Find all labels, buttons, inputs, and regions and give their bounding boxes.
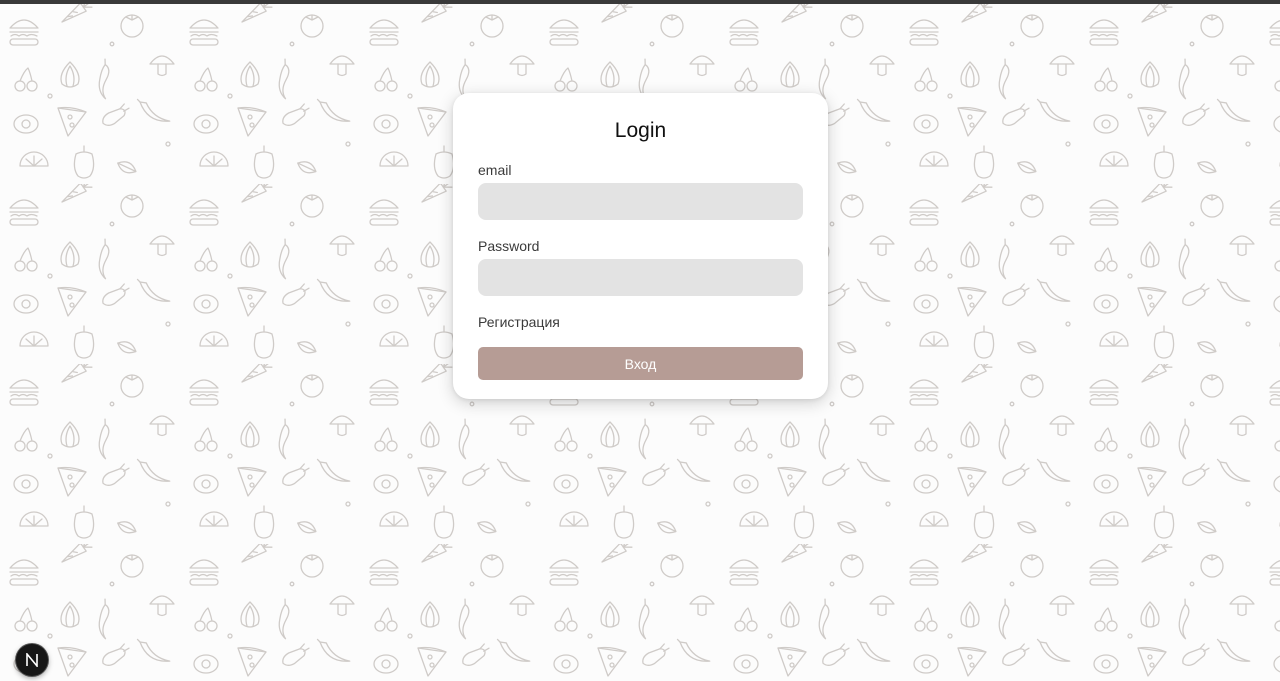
login-submit-button[interactable]: Вход xyxy=(478,347,803,380)
nextjs-dev-badge[interactable] xyxy=(16,644,48,676)
password-input[interactable] xyxy=(478,259,803,296)
email-label: email xyxy=(478,162,512,178)
login-card: Login email Password Регистрация Вход xyxy=(453,93,828,399)
nextjs-icon xyxy=(26,653,38,667)
register-link[interactable]: Регистрация xyxy=(478,314,803,330)
password-label: Password xyxy=(478,238,540,254)
browser-top-bar xyxy=(0,0,1280,4)
login-title: Login xyxy=(614,119,667,142)
email-input[interactable] xyxy=(478,183,803,220)
